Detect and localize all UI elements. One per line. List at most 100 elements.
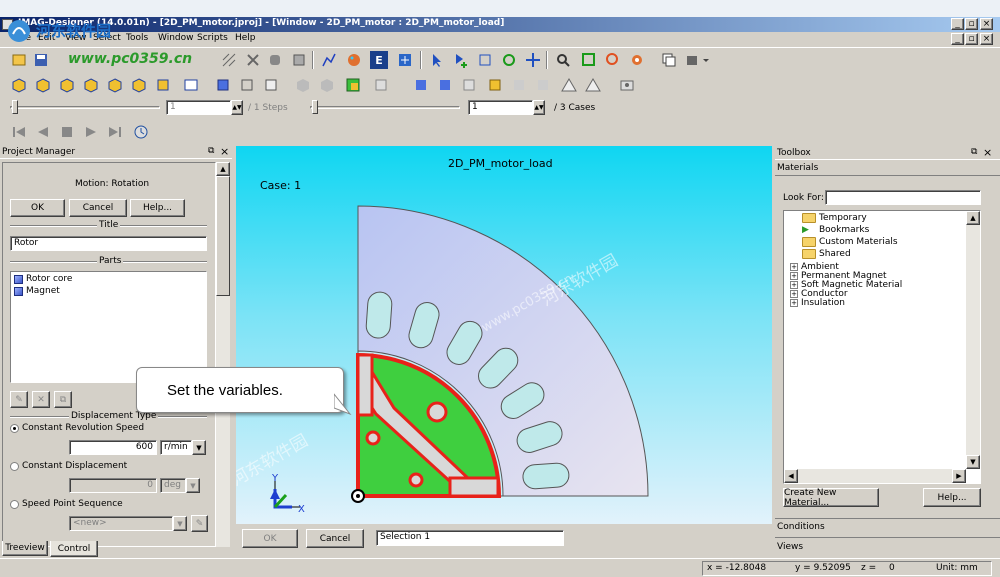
first-frame-icon[interactable]	[10, 123, 28, 141]
speed-points-edit-button[interactable]: ✎	[191, 515, 208, 532]
blue-cube-1-icon[interactable]	[412, 76, 430, 94]
close-button[interactable]: ×	[980, 18, 993, 30]
panel-float-icon[interactable]: ⧉	[208, 146, 214, 156]
analysis-icon[interactable]	[244, 51, 262, 69]
menu-scripts[interactable]: Scripts	[197, 33, 228, 43]
tab-control[interactable]: Control	[50, 541, 98, 557]
part-item[interactable]: Magnet	[14, 286, 60, 296]
blue-cube-2-icon[interactable]	[436, 76, 454, 94]
select-box-icon[interactable]	[476, 51, 494, 69]
pan-icon[interactable]	[524, 51, 542, 69]
tree-vscrollbar[interactable]: ▲ ▼	[966, 211, 980, 469]
panel-close-icon[interactable]: ×	[220, 145, 229, 158]
displacement-unit-select[interactable]: deg	[160, 478, 186, 493]
tree-folder[interactable]: Shared	[802, 249, 851, 259]
pointer-icon[interactable]	[428, 51, 446, 69]
conditions-header[interactable]: Conditions	[777, 522, 825, 532]
copy-window-icon[interactable]	[660, 51, 678, 69]
zoom-icon[interactable]	[554, 51, 572, 69]
steps-spinner[interactable]: ▲▼	[231, 100, 243, 115]
scroll-up-icon[interactable]: ▲	[216, 162, 230, 176]
select-add-icon[interactable]	[452, 51, 470, 69]
restore-button[interactable]: ▫	[965, 18, 978, 30]
graph-icon[interactable]	[320, 51, 338, 69]
mesh-icon[interactable]	[220, 51, 238, 69]
view-iso-4-icon[interactable]	[82, 76, 100, 94]
minimize-button[interactable]: _	[951, 18, 964, 30]
look-for-input[interactable]	[825, 190, 981, 205]
mdi-close-button[interactable]: ×	[980, 33, 993, 45]
scroll-up-icon[interactable]: ▲	[966, 211, 980, 225]
last-frame-icon[interactable]	[106, 123, 124, 141]
view-iso-5-icon[interactable]	[106, 76, 124, 94]
zoom-box-icon[interactable]	[580, 51, 598, 69]
tree-folder[interactable]: Temporary	[802, 213, 867, 223]
triangle-2-icon[interactable]	[584, 76, 602, 94]
copy-part-button[interactable]: ⧉	[54, 391, 72, 408]
viewport[interactable]: 2D_PM_motor_load Case: 1 Y X 河东软件园 www.p…	[236, 146, 772, 524]
cases-input[interactable]: 1	[468, 100, 533, 115]
tree-hscrollbar[interactable]: ◀ ▶	[784, 469, 966, 483]
speed-points-dropdown-icon[interactable]: ▼	[173, 516, 187, 531]
part-item[interactable]: Rotor core	[14, 274, 72, 284]
screenshot-icon[interactable]	[618, 76, 636, 94]
radio-selected[interactable]	[10, 423, 19, 433]
project-manager-scrollbar[interactable]: ▲	[216, 162, 230, 547]
palette-icon[interactable]	[345, 51, 363, 69]
displacement-unit-dropdown-icon[interactable]: ▼	[186, 478, 200, 493]
scroll-thumb[interactable]	[216, 176, 230, 296]
scroll-right-icon[interactable]: ▶	[952, 469, 966, 483]
mdi-minimize-button[interactable]: _	[951, 33, 964, 45]
toolbox-help-button[interactable]: Help...	[923, 488, 981, 507]
hidden-line-icon[interactable]	[262, 76, 280, 94]
gray-cube-2-icon[interactable]	[318, 76, 336, 94]
steps-slider[interactable]	[10, 106, 160, 109]
gray-cube-4-icon[interactable]	[534, 76, 552, 94]
edit-part-button[interactable]: ✎	[10, 391, 28, 408]
radio-unselected[interactable]	[10, 499, 19, 509]
ok-button[interactable]: OK	[10, 199, 65, 217]
yellow-cube-icon[interactable]	[486, 76, 504, 94]
rotate-icon[interactable]	[500, 51, 518, 69]
cylinder-icon[interactable]	[266, 51, 284, 69]
expand-icon[interactable]: +	[790, 272, 798, 280]
zoom-in-icon[interactable]	[604, 51, 622, 69]
speed-unit-select[interactable]: r/min	[160, 440, 192, 455]
viewport-cancel-button[interactable]: Cancel	[306, 529, 364, 548]
save-icon[interactable]	[32, 51, 50, 69]
help-button[interactable]: Help...	[130, 199, 185, 217]
editor-icon[interactable]: E	[370, 51, 388, 69]
views-header[interactable]: Views	[777, 542, 803, 552]
play-icon[interactable]	[82, 123, 100, 141]
view-iso-6-icon[interactable]	[130, 76, 148, 94]
capture-dropdown-icon[interactable]	[684, 51, 712, 69]
cases-slider-thumb[interactable]	[312, 100, 318, 114]
speed-input[interactable]: 600	[69, 440, 157, 455]
solid-shading-icon[interactable]	[214, 76, 232, 94]
stop-icon[interactable]	[58, 123, 76, 141]
toolbox-float-icon[interactable]: ⧉	[971, 147, 977, 157]
displacement-input[interactable]: 0	[69, 478, 157, 493]
transparent-cube-icon[interactable]	[372, 76, 390, 94]
mdi-restore-button[interactable]: ▫	[965, 33, 978, 45]
delete-part-button[interactable]: ✕	[32, 391, 50, 408]
color-cube-icon[interactable]	[344, 76, 362, 94]
gray-box-icon[interactable]	[460, 76, 478, 94]
tree-folder[interactable]: Custom Materials	[802, 237, 898, 247]
motor-model[interactable]	[236, 146, 772, 524]
view-iso-3-icon[interactable]	[58, 76, 76, 94]
new-project-icon[interactable]	[10, 51, 28, 69]
title-input[interactable]: Rotor	[10, 236, 207, 251]
expand-icon[interactable]: +	[790, 281, 798, 289]
menu-help[interactable]: Help	[235, 33, 256, 43]
cases-spinner[interactable]: ▲▼	[533, 100, 545, 115]
speed-point-sequence-option[interactable]: Speed Point Sequence	[10, 499, 123, 509]
materials-tree[interactable]: Temporary ▶ Bookmarks Custom Materials Sh…	[783, 210, 981, 484]
radio-unselected[interactable]	[10, 461, 19, 471]
cases-slider[interactable]	[310, 106, 460, 109]
prev-frame-icon[interactable]	[34, 123, 52, 141]
viewport-ok-button[interactable]: OK	[242, 529, 298, 548]
steps-input[interactable]: 1	[166, 100, 231, 115]
speed-unit-dropdown-icon[interactable]: ▼	[192, 440, 206, 455]
steps-slider-thumb[interactable]	[12, 100, 18, 114]
